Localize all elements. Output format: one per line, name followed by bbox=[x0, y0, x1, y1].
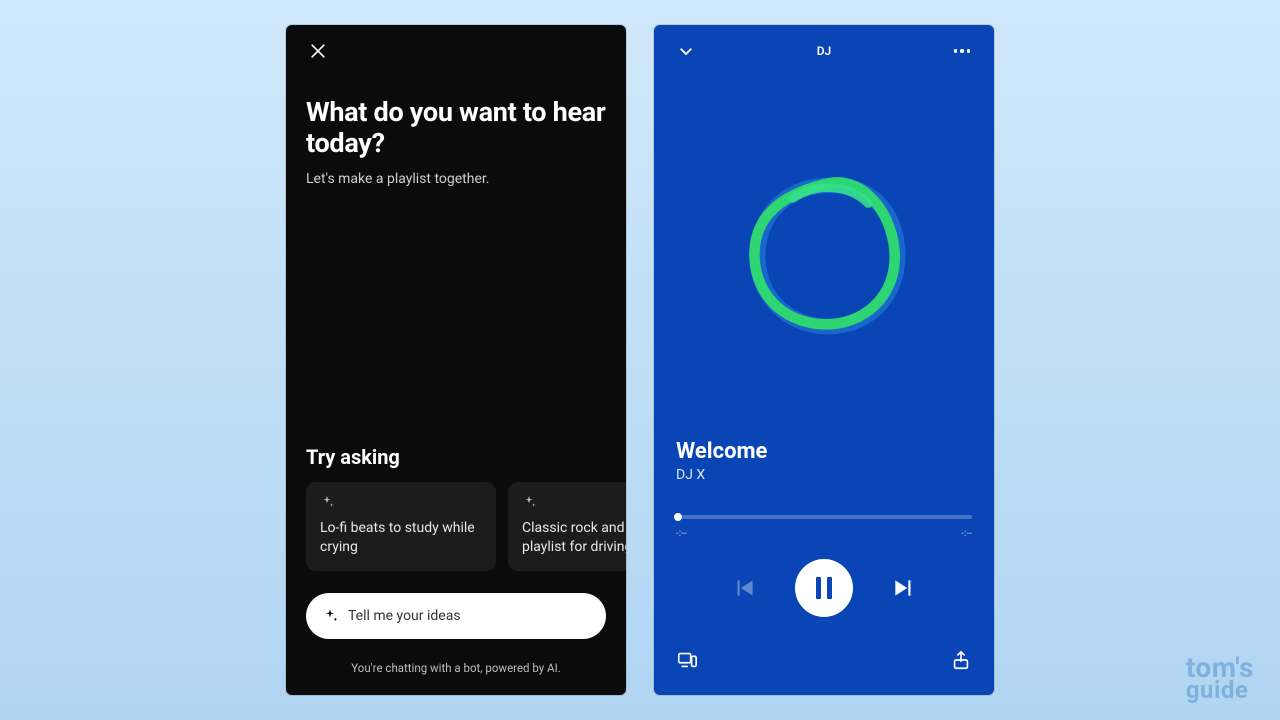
devices-icon[interactable] bbox=[676, 649, 698, 671]
close-icon[interactable] bbox=[304, 37, 332, 65]
share-icon[interactable] bbox=[950, 649, 972, 671]
progress-bar[interactable] bbox=[676, 515, 972, 519]
track-title: Welcome bbox=[676, 439, 767, 464]
time-readout: -:-- -:-- bbox=[676, 528, 972, 539]
try-asking-heading: Try asking bbox=[306, 445, 400, 469]
suggestion-card[interactable]: Lo-fi beats to study while crying bbox=[306, 482, 496, 571]
player-bottom-row bbox=[676, 649, 972, 671]
suggestion-row[interactable]: Lo-fi beats to study while crying Classi… bbox=[306, 482, 626, 571]
chat-screen: What do you want to hear today? Let's ma… bbox=[286, 25, 626, 695]
next-track-button[interactable] bbox=[889, 573, 919, 603]
player-top-bar: DJ bbox=[654, 39, 994, 63]
suggestion-text: Lo-fi beats to study while crying bbox=[320, 519, 482, 557]
suggestion-card[interactable]: Classic rock and metal playlist for driv… bbox=[508, 482, 626, 571]
player-header-title: DJ bbox=[654, 44, 994, 58]
watermark-line2: guide bbox=[1186, 680, 1254, 702]
sparkle-icon bbox=[522, 494, 626, 513]
progress-handle[interactable] bbox=[674, 513, 682, 521]
watermark-logo: tom's guide bbox=[1186, 655, 1254, 702]
input-placeholder: Tell me your ideas bbox=[348, 608, 461, 624]
pause-icon bbox=[816, 577, 821, 599]
chat-subtitle: Let's make a playlist together. bbox=[306, 171, 606, 187]
dj-orb bbox=[654, 165, 994, 340]
time-remaining: -:-- bbox=[961, 528, 972, 539]
player-screen: DJ Welcome DJ X -:-- -:-- bbox=[654, 25, 994, 695]
chat-title: What do you want to hear today? bbox=[306, 97, 606, 159]
ai-disclaimer: You're chatting with a bot, powered by A… bbox=[286, 661, 626, 675]
time-elapsed: -:-- bbox=[676, 528, 687, 539]
artist-name: DJ X bbox=[676, 467, 767, 483]
sparkle-icon bbox=[320, 494, 482, 513]
sparkle-icon bbox=[322, 608, 338, 624]
idea-input[interactable]: Tell me your ideas bbox=[306, 593, 606, 639]
now-playing-meta: Welcome DJ X bbox=[676, 439, 767, 483]
suggestion-text: Classic rock and metal playlist for driv… bbox=[522, 519, 626, 557]
pause-icon bbox=[827, 577, 832, 599]
playback-controls bbox=[654, 559, 994, 617]
stage: What do you want to hear today? Let's ma… bbox=[0, 0, 1280, 720]
chat-header: What do you want to hear today? Let's ma… bbox=[306, 97, 606, 187]
pause-button[interactable] bbox=[795, 559, 853, 617]
previous-track-button[interactable] bbox=[729, 573, 759, 603]
